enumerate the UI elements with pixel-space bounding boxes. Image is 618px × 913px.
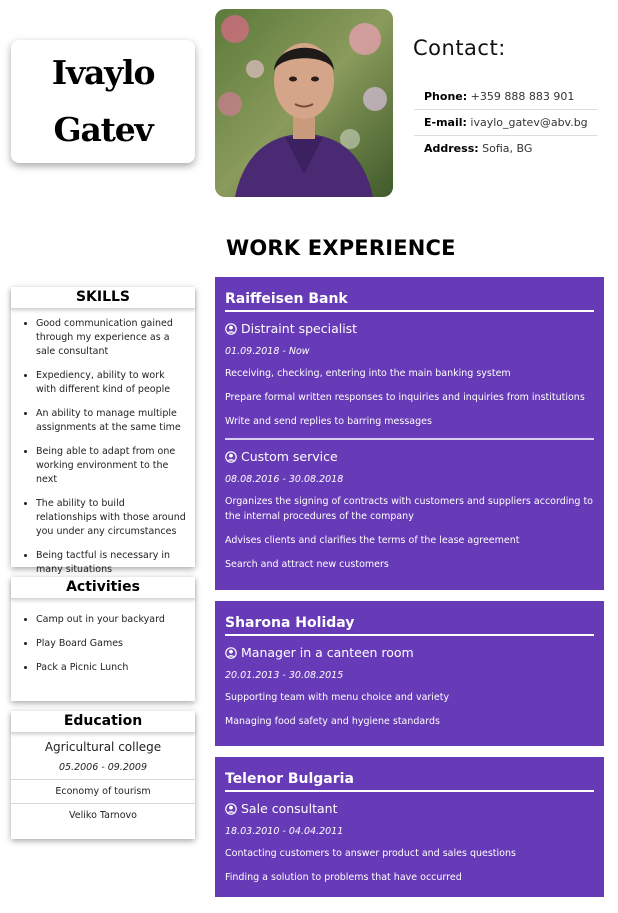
role-title: Distraint specialist [225, 321, 594, 336]
activities-list: Camp out in your backyard Play Board Gam… [11, 599, 195, 675]
skill-item: Good communication gained through my exp… [36, 317, 187, 359]
role-title-text: Distraint specialist [241, 321, 358, 336]
phone-label: Phone: [424, 90, 468, 103]
first-name: Ivaylo [51, 53, 156, 93]
activity-item: Pack a Picnic Lunch [36, 661, 187, 675]
work-experience-title: WORK EXPERIENCE [226, 236, 456, 260]
education-school: Agricultural college [44, 740, 162, 754]
address-value: Sofia, BG [482, 142, 533, 155]
skill-item: Being able to adapt from one working env… [36, 445, 187, 487]
job-card-raiffeisen-bank: Raiffeisen Bank Distraint specialist 01.… [215, 277, 604, 590]
duty-item: Organizes the signing of contracts with … [225, 496, 593, 522]
contact-email: E-mail: ivaylo_gatev@abv.bg [414, 110, 597, 136]
profile-photo [215, 9, 393, 197]
contact-list: Phone: +359 888 883 901 E-mail: ivaylo_g… [414, 84, 597, 161]
duty-item: Contacting customers to answer product a… [225, 848, 516, 859]
duty-item: Supporting team with menu choice and var… [225, 692, 450, 703]
education-period: 05.2006 - 09.2009 [58, 762, 148, 773]
skill-item: Expediency, ability to work with differe… [36, 369, 187, 397]
duty-item: Managing food safety and hygiene standar… [225, 716, 440, 727]
role-period: 01.09.2018 - Now [225, 346, 310, 357]
role-title: Sale consultant [225, 801, 594, 816]
activity-item: Camp out in your backyard [36, 613, 187, 627]
phone-value: +359 888 883 901 [470, 90, 575, 103]
role-title-text: Custom service [241, 449, 338, 464]
job-card-sharona-holiday: Sharona Holiday Manager in a canteen roo… [215, 601, 604, 746]
skills-box: SKILLS Good communication gained through… [11, 287, 195, 575]
skill-item: Being tactful is necessary in many situa… [36, 549, 187, 577]
activities-title: Activities [11, 577, 195, 599]
role-title: Manager in a canteen room [225, 645, 594, 660]
email-value: ivaylo_gatev@abv.bg [470, 116, 588, 129]
role-title-text: Sale consultant [241, 801, 338, 816]
address-label: Address: [424, 142, 479, 155]
role-period: 20.01.2013 - 30.08.2015 [225, 670, 344, 681]
duty-item: Search and attract new customers [225, 559, 389, 570]
email-label: E-mail: [424, 116, 467, 129]
activity-item: Play Board Games [36, 637, 187, 651]
activities-box: Activities Camp out in your backyard Pla… [11, 577, 195, 701]
skills-list: Good communication gained through my exp… [11, 309, 195, 577]
education-title: Education [11, 711, 195, 733]
skill-item: The ability to build relationships with … [36, 497, 187, 539]
role-divider [225, 438, 594, 440]
duty-item: Prepare formal written responses to inqu… [225, 392, 585, 403]
skill-item: An ability to manage multiple assignment… [36, 407, 187, 435]
role-title: Custom service [225, 449, 594, 464]
education-location: Veliko Tarnovo [11, 803, 195, 827]
role-period: 18.03.2010 - 04.04.2011 [225, 826, 344, 837]
education-field: Economy of tourism [11, 779, 195, 803]
duty-item: Write and send replies to barring messag… [225, 416, 432, 427]
contact-title: Contact: [413, 36, 506, 60]
user-circle-icon [225, 646, 237, 659]
company-name: Sharona Holiday [225, 601, 594, 636]
user-circle-icon [225, 322, 237, 335]
role-period: 08.08.2016 - 30.08.2018 [225, 474, 344, 485]
name-card: Ivaylo Gatev [11, 40, 195, 163]
company-name: Raiffeisen Bank [225, 277, 594, 312]
duty-item: Advises clients and clarifies the terms … [225, 535, 520, 546]
skills-title: SKILLS [11, 287, 195, 309]
contact-address: Address: Sofia, BG [414, 136, 597, 161]
user-circle-icon [225, 802, 237, 815]
job-card-telenor-bulgaria: Telenor Bulgaria Sale consultant 18.03.2… [215, 757, 604, 897]
duty-item: Receiving, checking, entering into the m… [225, 368, 511, 379]
contact-phone: Phone: +359 888 883 901 [414, 84, 597, 110]
company-name: Telenor Bulgaria [225, 757, 594, 792]
user-circle-icon [225, 450, 237, 463]
last-name: Gatev [53, 109, 154, 149]
education-box: Education Agricultural college 05.2006 -… [11, 711, 195, 839]
duty-item: Finding a solution to problems that have… [225, 872, 462, 883]
role-title-text: Manager in a canteen room [241, 645, 414, 660]
